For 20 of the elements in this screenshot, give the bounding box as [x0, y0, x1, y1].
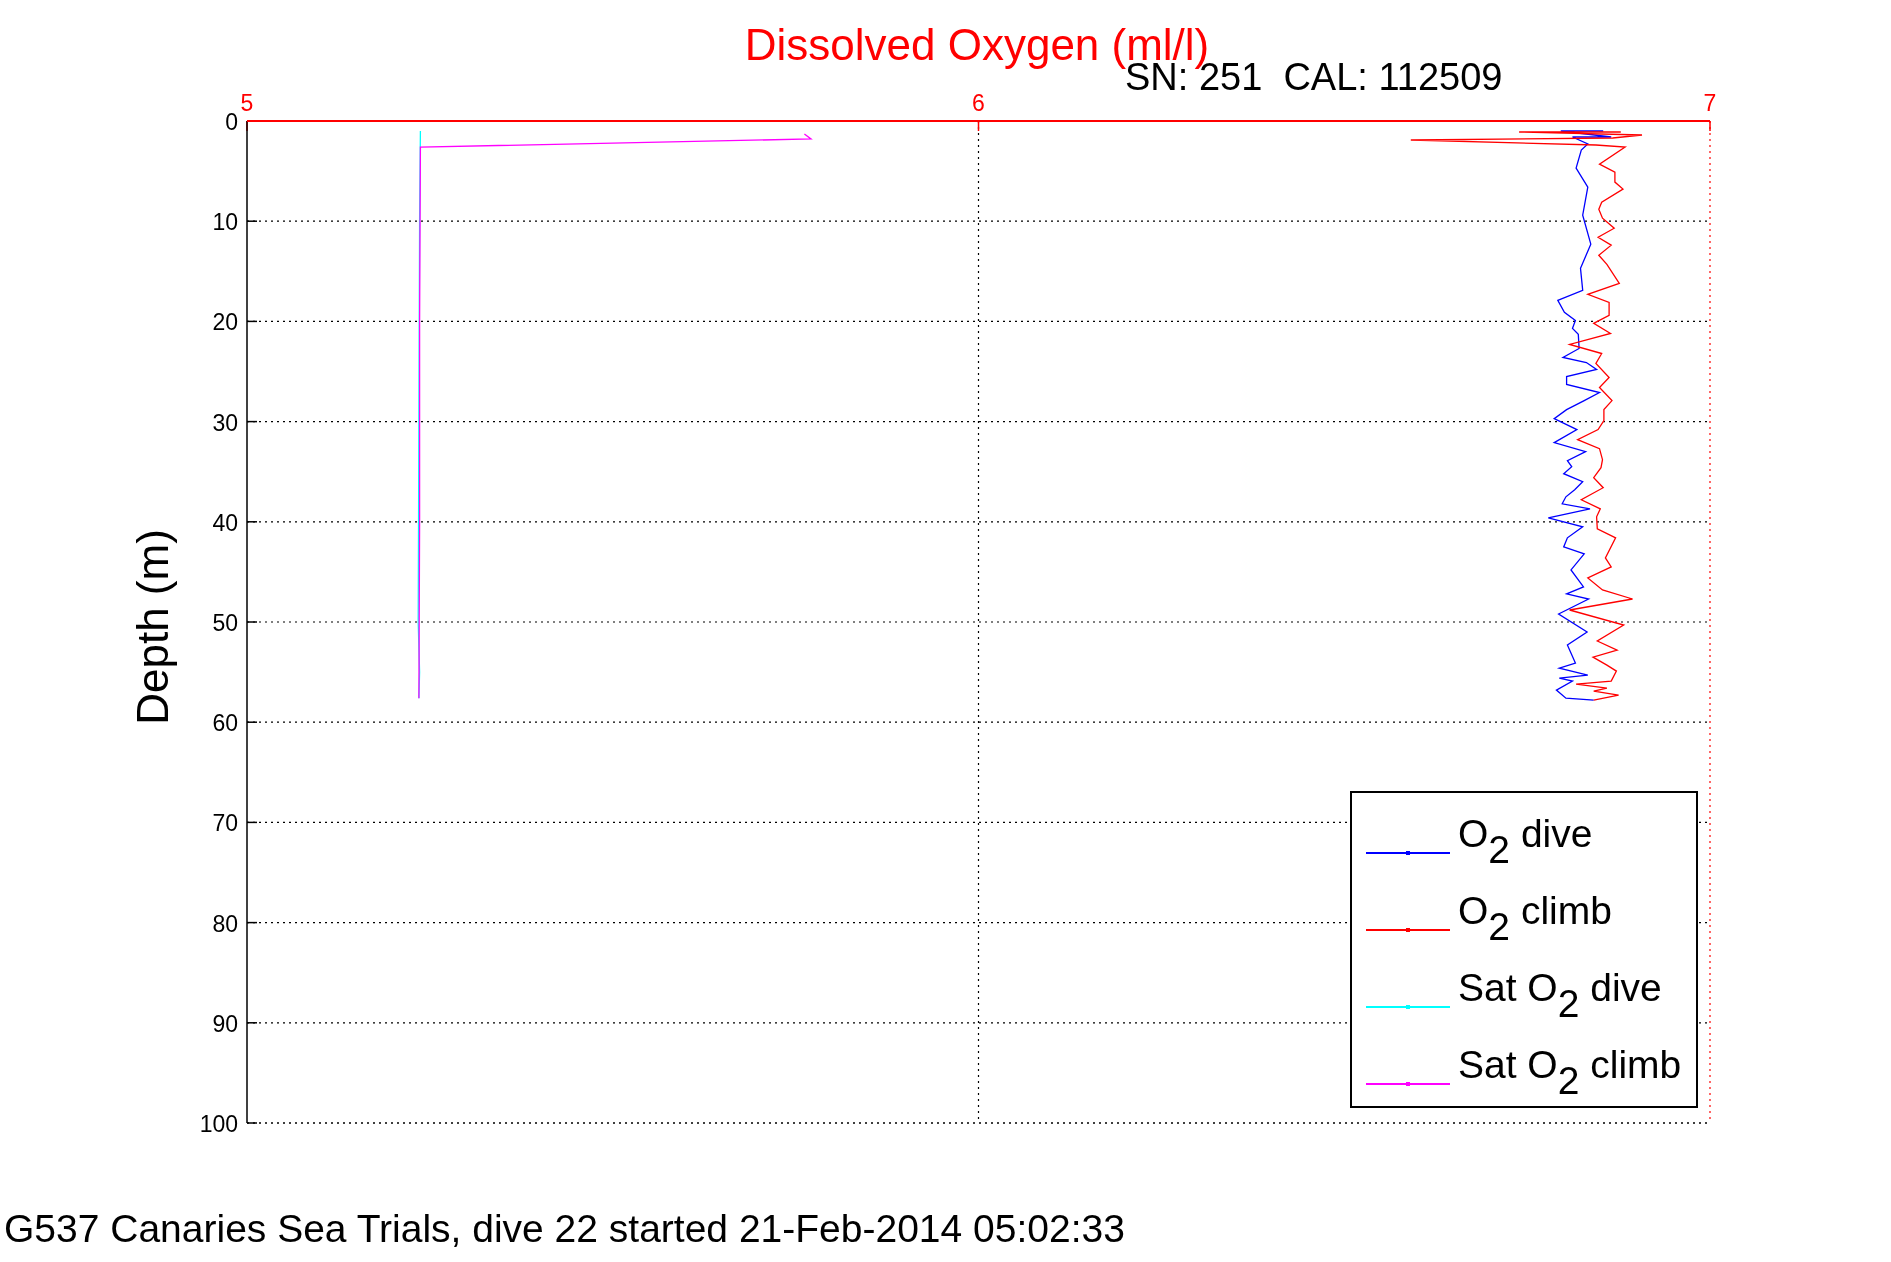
y-tick-label: 0: [225, 109, 238, 135]
y-tick-label: 40: [212, 509, 238, 536]
legend-line-icon: [1366, 925, 1450, 934]
x-tick-label: 6: [972, 90, 985, 116]
x-tick-label: 7: [1703, 90, 1717, 116]
legend-line-icon: [1366, 1002, 1450, 1011]
dive-caption: G537 Canaries Sea Trials, dive 22 started 21-Feb-2014 05:02:33: [4, 1207, 1125, 1250]
y-tick-label: 20: [212, 309, 238, 336]
x-tick-label: 5: [240, 90, 254, 116]
y-tick-label: 80: [212, 910, 238, 937]
y-tick-label: 100: [199, 1111, 238, 1137]
y-tick-label: 30: [212, 409, 238, 436]
y-tick-label: 10: [212, 209, 238, 236]
y-tick-label: 90: [212, 1010, 238, 1037]
y-tick-label: 60: [212, 710, 238, 737]
y-axis-label: Depth (m): [128, 529, 177, 725]
y-tick-label: 50: [212, 610, 238, 636]
legend-line-icon: [1366, 1079, 1450, 1088]
legend-line-icon: [1366, 848, 1450, 857]
y-tick-label: 70: [212, 810, 238, 837]
